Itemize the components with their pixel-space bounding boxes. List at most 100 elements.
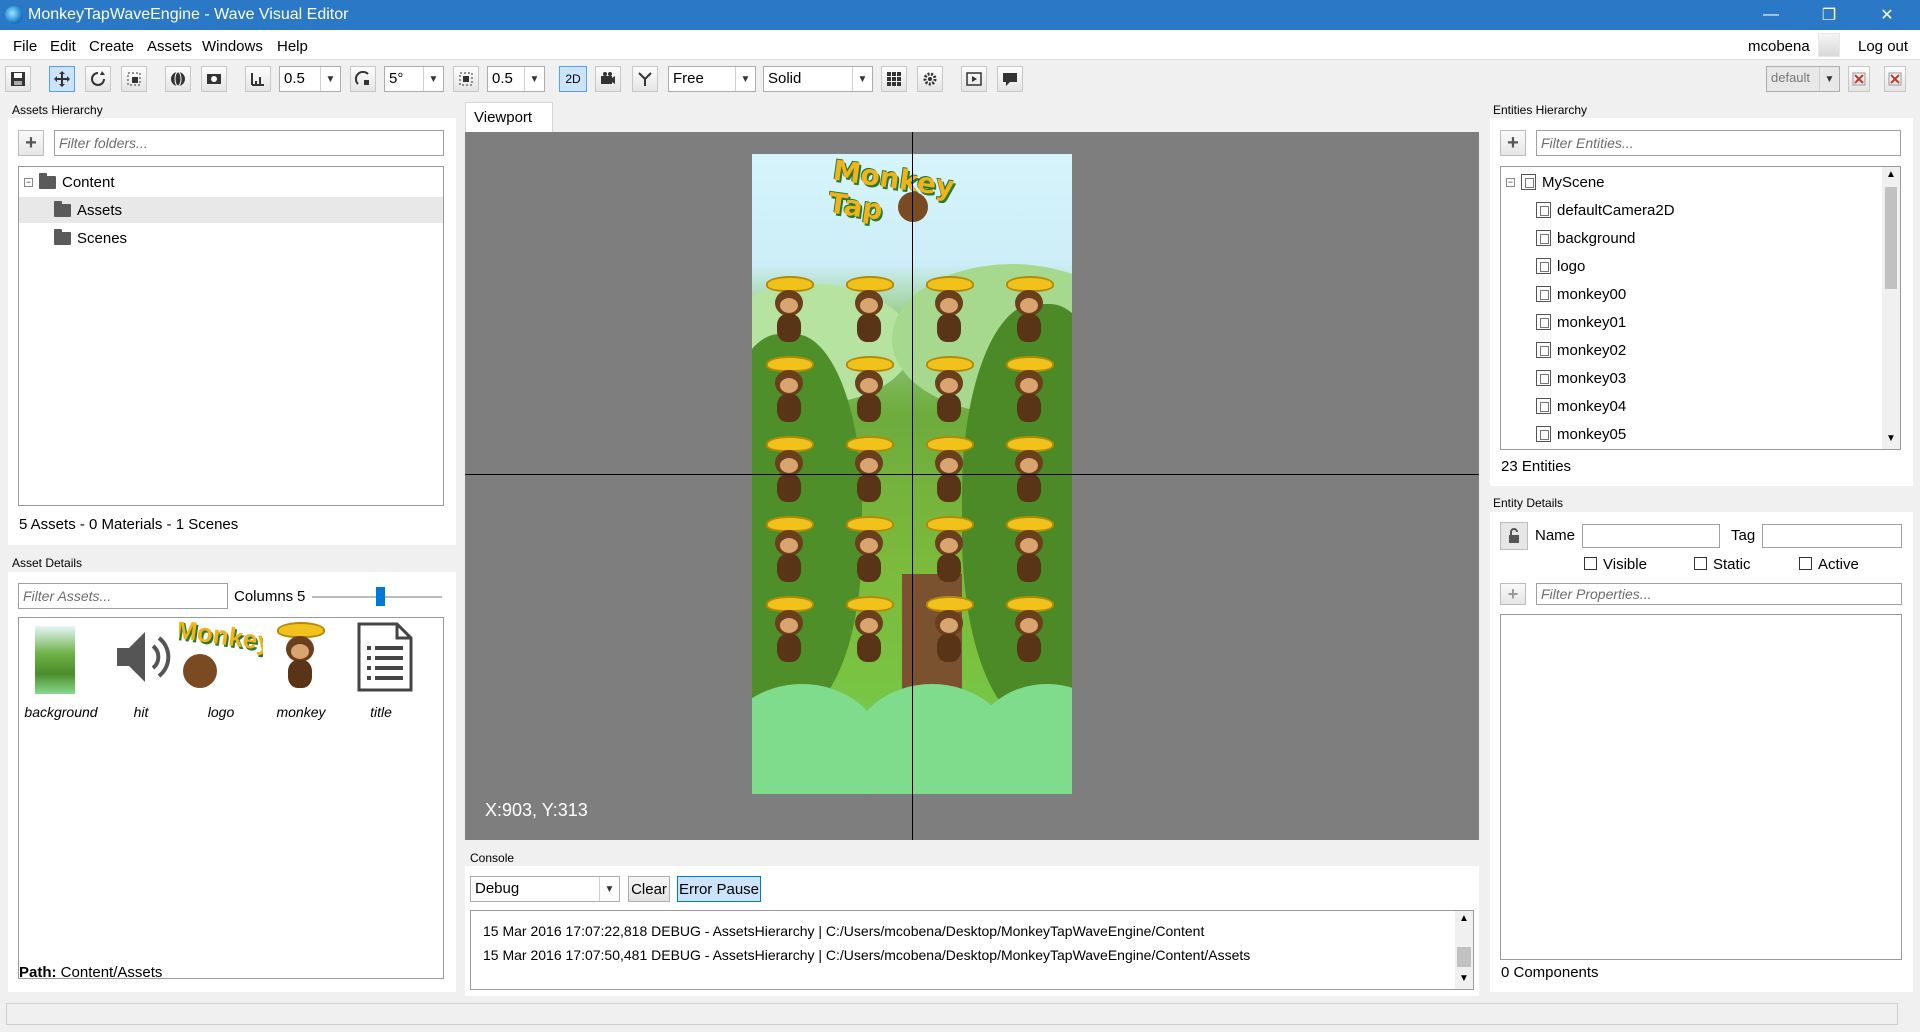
monkey-sprite[interactable] [762,436,816,506]
asset-item-monkey[interactable]: monkey [261,618,341,728]
add-component-button[interactable]: + [1500,583,1526,605]
asset-item-title[interactable]: title [341,618,421,728]
monkey-sprite[interactable] [762,356,816,426]
collapse-icon[interactable]: − [1506,177,1515,187]
camera-mode-select[interactable]: Free ▼ [668,66,756,92]
monkey-sprite[interactable] [842,436,896,506]
chevron-down-icon[interactable]: ▼ [1459,973,1469,984]
tree-item-entity[interactable]: monkey01 [1501,309,1900,335]
collapse-icon[interactable]: − [24,177,33,187]
camera-mode-button[interactable] [632,66,658,92]
checkbox-box[interactable] [1694,557,1707,570]
viewport-canvas[interactable]: Monkey Tap X:903, Y:313 [465,132,1479,840]
lock-button[interactable] [1500,522,1528,550]
layout-select[interactable]: default ▼ [1766,66,1840,92]
translate-snap-button[interactable] [245,66,271,92]
render-mode-select[interactable]: Solid ▼ [763,66,873,92]
save-button[interactable] [5,66,31,92]
menu-assets[interactable]: Assets [147,38,192,55]
monkey-sprite[interactable] [762,596,816,666]
console-scrollbar[interactable]: ▲ ▼ [1455,911,1473,989]
mode-2d-button[interactable]: 2D [559,66,587,92]
checkbox-box[interactable] [1799,557,1812,570]
delete-layout-button[interactable] [1884,66,1906,92]
error-pause-button[interactable]: Error Pause [677,876,761,902]
camera-button[interactable] [595,66,621,92]
monkey-sprite[interactable] [842,356,896,426]
menu-file[interactable]: File [13,38,37,55]
tree-item-myscene[interactable]: − MyScene [1501,169,1900,195]
name-input[interactable] [1582,524,1720,548]
reset-layout-button[interactable] [1848,66,1870,92]
monkey-sprite[interactable] [1002,356,1056,426]
minimize-button[interactable]: — [1748,0,1794,30]
avatar[interactable] [1818,33,1840,57]
tree-item-entity[interactable]: monkey00 [1501,281,1900,307]
checkbox-box[interactable] [1584,557,1597,570]
monkey-sprite[interactable] [1002,516,1056,586]
tree-item-entity[interactable]: background [1501,225,1900,251]
active-checkbox[interactable]: Active [1799,556,1859,573]
translate-tool-button[interactable] [49,66,75,92]
log-level-select[interactable]: Debug ▼ [470,876,620,902]
tree-item-content[interactable]: − Content [19,169,443,195]
asset-item-hit[interactable]: hit [101,618,181,728]
tree-item-entity[interactable]: monkey02 [1501,337,1900,363]
local-global-button[interactable] [165,66,191,92]
chevron-down-icon[interactable]: ▼ [1886,433,1896,444]
monkey-sprite[interactable] [1002,276,1056,346]
tree-item-entity[interactable]: monkey04 [1501,393,1900,419]
asset-item-background[interactable]: background [21,618,101,728]
chevron-up-icon[interactable]: ▲ [1886,169,1896,180]
tag-input[interactable] [1762,524,1902,548]
filter-entities-input[interactable]: Filter Entities... [1536,130,1901,156]
monkey-sprite[interactable] [762,516,816,586]
monkey-sprite[interactable] [922,436,976,506]
pivot-button[interactable] [201,66,227,92]
add-entity-button[interactable]: + [1500,130,1526,156]
rotate-snap-select[interactable]: 5° ▼ [384,66,444,92]
filter-folders-input[interactable]: Filter folders... [54,130,444,156]
scale-snap-button[interactable] [453,66,479,92]
scale-snap-select[interactable]: 0.5 ▼ [487,66,545,92]
rotate-tool-button[interactable] [85,66,111,92]
monkey-sprite[interactable] [1002,596,1056,666]
grid-button[interactable] [881,66,907,92]
menu-help[interactable]: Help [277,38,308,55]
maximize-button[interactable]: ❐ [1806,0,1852,30]
tree-item-entity[interactable]: monkey03 [1501,365,1900,391]
monkey-sprite[interactable] [922,596,976,666]
monkey-sprite[interactable] [762,276,816,346]
feedback-button[interactable] [997,66,1023,92]
grid-settings-button[interactable] [917,66,943,92]
tree-item-entity[interactable]: logo [1501,253,1900,279]
menu-windows[interactable]: Windows [202,38,263,55]
chevron-up-icon[interactable]: ▲ [1459,913,1469,924]
monkey-sprite[interactable] [842,276,896,346]
close-window-button[interactable]: ✕ [1864,0,1910,30]
static-checkbox[interactable]: Static [1694,556,1751,573]
logout-link[interactable]: Log out [1858,38,1908,55]
tab-viewport[interactable]: Viewport [465,102,553,132]
filter-assets-input[interactable]: Filter Assets... [18,583,228,609]
monkey-sprite[interactable] [922,356,976,426]
monkey-sprite[interactable] [1002,436,1056,506]
tree-item-assets[interactable]: Assets [19,197,443,223]
monkey-sprite[interactable] [922,276,976,346]
add-folder-button[interactable]: + [18,130,44,156]
translate-snap-select[interactable]: 0.5 ▼ [279,66,341,92]
rotate-snap-button[interactable] [350,66,376,92]
monkey-sprite[interactable] [922,516,976,586]
entity-scrollbar[interactable]: ▲ ▼ [1882,167,1900,449]
scale-tool-button[interactable] [121,66,147,92]
tree-item-scenes[interactable]: Scenes [19,225,443,251]
play-button[interactable] [961,66,987,92]
monkey-sprite[interactable] [842,596,896,666]
scrollbar-thumb[interactable] [1457,947,1471,967]
clear-button[interactable]: Clear [628,876,670,902]
menu-create[interactable]: Create [89,38,134,55]
columns-slider-thumb[interactable] [375,587,385,606]
menu-edit[interactable]: Edit [50,38,76,55]
scrollbar-thumb[interactable] [1885,187,1897,289]
filter-properties-input[interactable]: Filter Properties... [1536,583,1902,605]
